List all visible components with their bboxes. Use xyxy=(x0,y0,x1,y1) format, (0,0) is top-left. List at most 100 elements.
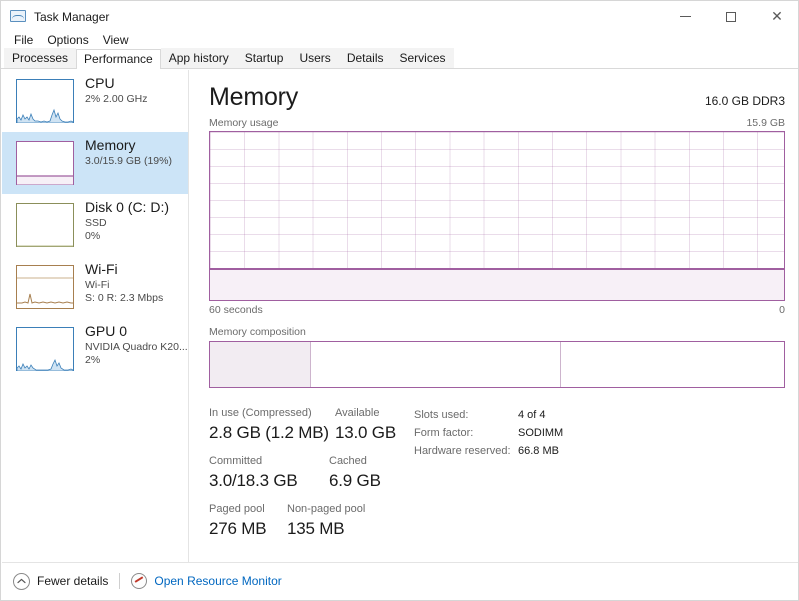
sidebar-item-disk0[interactable]: Disk 0 (C: D:) SSD 0% xyxy=(2,194,188,256)
sidebar-item-cpu-sub1: 2% 2.00 GHz xyxy=(85,92,148,105)
stat-in-use-label: In use (Compressed) xyxy=(209,407,312,419)
sidebar-item-disk0-sub2: 0% xyxy=(85,230,101,243)
title-bar: Task Manager ✕ xyxy=(1,1,798,32)
sidebar-item-wifi-title: Wi-Fi xyxy=(85,261,118,277)
sidebar-item-cpu[interactable]: CPU 2% 2.00 GHz xyxy=(2,70,188,132)
memory-usage-graph xyxy=(209,131,785,301)
open-resource-monitor-link[interactable]: Open Resource Monitor xyxy=(131,573,282,589)
gpu-thumbnail-graph xyxy=(16,327,74,371)
minimize-button[interactable] xyxy=(662,1,708,32)
axis-label-right: 0 xyxy=(779,304,785,316)
stat-cached-value: 6.9 GB xyxy=(329,470,381,490)
menu-bar: File Options View xyxy=(1,30,798,50)
stat-in-use: In use (Compressed) 2.8 GB (1.2 MB) xyxy=(209,406,335,443)
page-title: Memory xyxy=(209,83,299,111)
footer-bar: Fewer details Open Resource Monitor xyxy=(2,562,798,599)
sidebar-item-gpu0-sub2: 2% xyxy=(85,354,101,367)
stat-row-2: Committed 3.0/18.3 GB Cached 6.9 GB xyxy=(209,454,414,491)
memory-usage-area xyxy=(210,268,784,300)
window-title: Task Manager xyxy=(34,9,110,24)
tab-startup[interactable]: Startup xyxy=(236,48,292,68)
usage-graph-axis: 60 seconds 0 xyxy=(190,304,798,316)
task-manager-window: Task Manager ✕ File Options View Process… xyxy=(0,0,799,601)
stat-cached-label: Cached xyxy=(329,455,367,468)
close-button[interactable]: ✕ xyxy=(754,1,798,32)
stat-committed: Committed 3.0/18.3 GB xyxy=(209,454,329,491)
memory-stats-right: Slots used: 4 of 4 Form factor: SODIMM H… xyxy=(414,406,785,550)
stat-in-use-value: 2.8 GB (1.2 MB) xyxy=(209,422,329,442)
info-form-factor: Form factor: SODIMM xyxy=(414,425,785,443)
tab-processes[interactable]: Processes xyxy=(4,48,77,68)
sidebar-item-cpu-text: CPU 2% 2.00 GHz xyxy=(85,75,148,105)
menu-item-view[interactable]: View xyxy=(96,31,136,49)
memory-composition-label: Memory composition xyxy=(209,326,306,338)
wifi-thumbnail-graph xyxy=(16,265,74,309)
stat-committed-label: Committed xyxy=(209,455,263,468)
sidebar-item-wifi[interactable]: Wi-Fi Wi-Fi S: 0 R: 2.3 Mbps xyxy=(2,256,188,318)
composition-segment-in-use xyxy=(210,342,312,387)
sidebar-item-memory-sub1: 3.0/15.9 GB (19%) xyxy=(85,154,172,167)
info-hardware-reserved-value: 66.8 MB xyxy=(518,444,559,457)
tab-performance[interactable]: Performance xyxy=(76,49,161,69)
tab-services[interactable]: Services xyxy=(391,48,454,68)
memory-thumbnail-graph xyxy=(16,141,74,185)
tab-app-history[interactable]: App history xyxy=(160,48,237,68)
stat-available-label: Available xyxy=(335,407,380,419)
chevron-up-icon xyxy=(13,572,30,590)
stat-row-1: In use (Compressed) 2.8 GB (1.2 MB) Avai… xyxy=(209,406,414,443)
menu-item-file[interactable]: File xyxy=(7,31,40,49)
minimize-icon xyxy=(679,16,691,17)
maximize-icon xyxy=(726,11,736,22)
sidebar-item-wifi-text: Wi-Fi Wi-Fi S: 0 R: 2.3 Mbps xyxy=(85,261,163,305)
tab-bar: Processes Performance App history Startu… xyxy=(1,48,798,69)
stat-non-paged-pool-label: Non-paged pool xyxy=(287,503,366,516)
sidebar-item-disk0-text: Disk 0 (C: D:) SSD 0% xyxy=(85,199,169,243)
cpu-thumbnail-graph xyxy=(16,79,74,123)
info-hardware-reserved: Hardware reserved: 66.8 MB xyxy=(414,443,785,461)
sidebar-item-memory-title: Memory xyxy=(85,137,136,153)
stat-paged-pool: Paged pool 276 MB xyxy=(209,502,287,539)
disk-thumbnail-graph xyxy=(16,203,74,247)
info-slots-used: Slots used: 4 of 4 xyxy=(414,407,785,425)
task-manager-icon xyxy=(10,9,26,24)
sidebar-item-gpu0-title: GPU 0 xyxy=(85,323,128,339)
usage-graph-label: Memory usage xyxy=(209,117,279,129)
sidebar-item-gpu0-text: GPU 0 NVIDIA Quadro K20... 2% xyxy=(85,323,188,367)
resource-monitor-icon xyxy=(131,573,148,589)
stat-row-3: Paged pool 276 MB Non-paged pool 135 MB xyxy=(209,502,414,539)
info-slots-used-key: Slots used: xyxy=(414,409,469,421)
sidebar-item-memory-text: Memory 3.0/15.9 GB (19%) xyxy=(85,137,172,167)
panel-header: Memory 16.0 GB DDR3 xyxy=(190,70,798,111)
sidebar-item-memory[interactable]: Memory 3.0/15.9 GB (19%) xyxy=(2,132,188,194)
footer-separator xyxy=(119,573,121,589)
resource-sidebar: CPU 2% 2.00 GHz Memory 3.0/15.9 GB (19%) xyxy=(2,70,189,564)
memory-detail-panel: Memory 16.0 GB DDR3 Memory usage 15.9 GB… xyxy=(190,70,798,564)
sidebar-item-wifi-sub1: Wi-Fi xyxy=(85,278,110,291)
stat-available: Available 13.0 GB xyxy=(335,406,414,443)
close-icon: ✕ xyxy=(771,8,783,25)
tab-details[interactable]: Details xyxy=(338,48,392,68)
stat-cached: Cached 6.9 GB xyxy=(329,454,404,491)
memory-spec: 16.0 GB DDR3 xyxy=(704,94,785,108)
fewer-details-label: Fewer details xyxy=(37,574,109,588)
maximize-button[interactable] xyxy=(708,1,754,32)
info-hardware-reserved-key: Hardware reserved: xyxy=(414,444,511,457)
stat-paged-pool-value: 276 MB xyxy=(209,519,267,539)
window-controls: ✕ xyxy=(662,1,798,32)
stat-paged-pool-label: Paged pool xyxy=(209,503,265,516)
memory-usage-line xyxy=(210,268,493,270)
fewer-details-button[interactable]: Fewer details xyxy=(13,572,109,590)
stat-non-paged-pool-value: 135 MB xyxy=(287,519,345,539)
info-form-factor-value: SODIMM xyxy=(518,426,564,439)
usage-graph-labels: Memory usage 15.9 GB xyxy=(190,117,798,129)
memory-stats-left: In use (Compressed) 2.8 GB (1.2 MB) Avai… xyxy=(209,406,414,550)
memory-stats: In use (Compressed) 2.8 GB (1.2 MB) Avai… xyxy=(209,406,785,550)
sidebar-item-gpu0[interactable]: GPU 0 NVIDIA Quadro K20... 2% xyxy=(2,318,188,380)
menu-item-options[interactable]: Options xyxy=(40,31,95,49)
sidebar-item-disk0-title: Disk 0 (C: D:) xyxy=(85,199,169,215)
usage-graph-max: 15.9 GB xyxy=(746,117,785,129)
memory-composition-bar[interactable] xyxy=(209,341,785,388)
tab-users[interactable]: Users xyxy=(291,48,339,68)
sidebar-item-disk0-sub1: SSD xyxy=(85,216,107,229)
open-resource-monitor-label: Open Resource Monitor xyxy=(154,574,282,588)
